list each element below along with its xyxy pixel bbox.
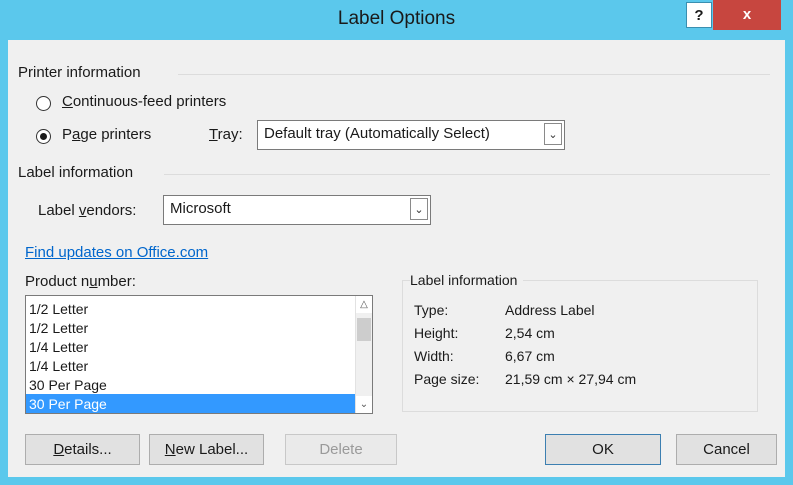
chevron-down-icon[interactable]: ⌄ xyxy=(410,198,428,220)
page-printers-label[interactable]: Page printers xyxy=(62,126,151,143)
details-button[interactable]: Details... xyxy=(25,434,140,465)
group-divider xyxy=(178,74,770,75)
vendors-value: Microsoft xyxy=(170,200,231,217)
arrow-down-icon[interactable]: ⌄ xyxy=(356,396,372,413)
page-size-key: Page size: xyxy=(414,371,480,387)
label-prefix: P xyxy=(62,126,73,143)
label-vendors-label: Label vendors: xyxy=(38,202,136,219)
label-vendors-dropdown[interactable]: Microsoft ⌄ xyxy=(163,195,431,225)
width-key: Width: xyxy=(414,348,454,364)
group-divider xyxy=(164,174,770,175)
list-item[interactable]: 1/4 Letter xyxy=(26,356,356,376)
label-rest: ray: xyxy=(217,126,243,143)
list-item-selected[interactable]: 30 Per Page xyxy=(26,394,356,413)
list-item[interactable]: 1/4 Letter xyxy=(26,337,356,357)
new-label-button[interactable]: New Label... xyxy=(149,434,264,465)
close-button[interactable]: x xyxy=(713,0,781,30)
dialog-body: Printer information Continuous-feed prin… xyxy=(8,40,785,477)
dialog-title: Label Options xyxy=(337,8,456,29)
height-value: 2,54 cm xyxy=(505,325,555,341)
width-value: 6,67 cm xyxy=(505,348,555,364)
label-rest: ontinuous-feed printers xyxy=(72,93,227,110)
find-updates-link[interactable]: Find updates on Office.com xyxy=(25,244,208,261)
list-item[interactable]: 1/2 Letter xyxy=(26,318,356,338)
printer-info-heading: Printer information xyxy=(18,64,147,81)
help-button[interactable]: ? xyxy=(686,2,712,28)
label-rest: mber: xyxy=(97,273,136,290)
list-item[interactable]: 30 Per Page xyxy=(26,375,356,395)
label-rest: ew Label... xyxy=(175,441,249,458)
tray-dropdown[interactable]: Default tray (Automatically Select) ⌄ xyxy=(257,120,565,150)
label-rest: endors: xyxy=(86,202,137,219)
label-details-box xyxy=(402,280,758,412)
chevron-down-icon[interactable]: ⌄ xyxy=(544,123,562,145)
page-printers-radio[interactable] xyxy=(36,129,51,144)
label-options-dialog: Label Options ? x Printer information Co… xyxy=(0,0,793,485)
label-rest: ge printers xyxy=(80,126,152,143)
cancel-button[interactable]: Cancel xyxy=(676,434,777,465)
tray-label: Tray: xyxy=(209,126,243,143)
list-item[interactable]: 1/2 Letter xyxy=(26,299,356,319)
label-prefix: Label xyxy=(38,202,79,219)
product-number-label: Product number: xyxy=(25,273,136,290)
label-prefix: Product n xyxy=(25,273,90,290)
title-bar[interactable]: Label Options ? x xyxy=(0,0,793,40)
arrow-up-icon[interactable]: △ xyxy=(356,296,372,313)
height-key: Height: xyxy=(414,325,459,341)
label-accelerator: D xyxy=(53,441,65,458)
type-value: Address Label xyxy=(505,302,595,318)
page-size-value: 21,59 cm × 27,94 cm xyxy=(505,371,637,387)
label-info-heading: Label information xyxy=(18,164,140,181)
label-accelerator: u xyxy=(89,273,98,290)
type-key: Type: xyxy=(414,302,449,318)
label-details-heading: Label information xyxy=(410,272,524,288)
ok-button[interactable]: OK xyxy=(545,434,661,465)
label-accelerator: N xyxy=(164,441,176,458)
continuous-feed-label[interactable]: Continuous-feed printers xyxy=(62,93,226,110)
list-scrollbar[interactable]: △ ⌄ xyxy=(355,296,372,413)
label-rest: etails... xyxy=(64,441,112,458)
continuous-feed-radio[interactable] xyxy=(36,96,51,111)
delete-button[interactable]: Delete xyxy=(285,434,397,465)
label-accelerator: T xyxy=(209,126,218,143)
tray-value: Default tray (Automatically Select) xyxy=(264,125,490,142)
product-number-list[interactable]: 1/2 Letter 1/2 Letter 1/4 Letter 1/4 Let… xyxy=(25,295,373,414)
scrollbar-thumb[interactable] xyxy=(357,318,371,341)
label-accelerator: C xyxy=(62,93,73,110)
